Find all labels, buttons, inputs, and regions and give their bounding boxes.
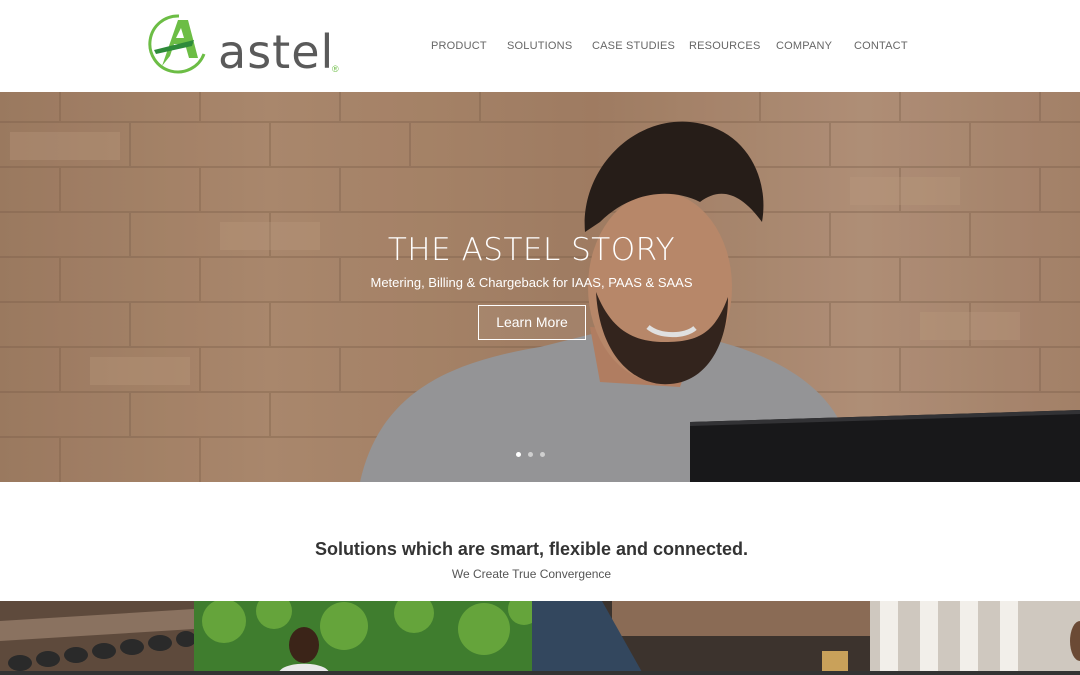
nav-case-studies[interactable]: CASE STUDIES — [592, 40, 675, 52]
tile-outdoor-image[interactable] — [194, 601, 532, 672]
slider-dot-2[interactable] — [528, 452, 533, 457]
astel-logo[interactable]: astel ® — [148, 8, 348, 82]
hero-subtitle: Metering, Billing & Chargeback for IAAS,… — [370, 275, 693, 290]
hero-slider: THE ASTEL STORY Metering, Billing & Char… — [0, 92, 1080, 482]
tile-office-image[interactable] — [532, 601, 870, 672]
logo-wordmark: astel — [218, 25, 335, 79]
section-subtitle: We Create True Convergence — [451, 567, 612, 581]
solution-tiles — [0, 601, 1080, 675]
slider-dot-3[interactable] — [540, 452, 545, 457]
nav-company[interactable]: COMPANY — [776, 40, 832, 52]
site-header: astel ® PRODUCT SOLUTIONS CASE STUDIES R… — [0, 0, 1080, 92]
section-title: Solutions which are smart, flexible and … — [314, 539, 749, 559]
nav-product[interactable]: PRODUCT — [431, 40, 487, 52]
hero-title: THE ASTEL STORY — [387, 232, 676, 268]
tile-abacus-image[interactable] — [0, 601, 194, 672]
learn-more-button[interactable]: Learn More — [478, 305, 586, 340]
registered-mark: ® — [332, 64, 339, 74]
bottom-divider — [0, 671, 1080, 675]
nav-resources[interactable]: RESOURCES — [689, 40, 760, 52]
slider-dot-1[interactable] — [516, 452, 521, 457]
nav-contact[interactable]: CONTACT — [854, 40, 908, 52]
nav-solutions[interactable]: SOLUTIONS — [507, 40, 572, 52]
logo-mark-icon — [148, 14, 206, 74]
tile-building-image[interactable] — [870, 601, 1080, 672]
